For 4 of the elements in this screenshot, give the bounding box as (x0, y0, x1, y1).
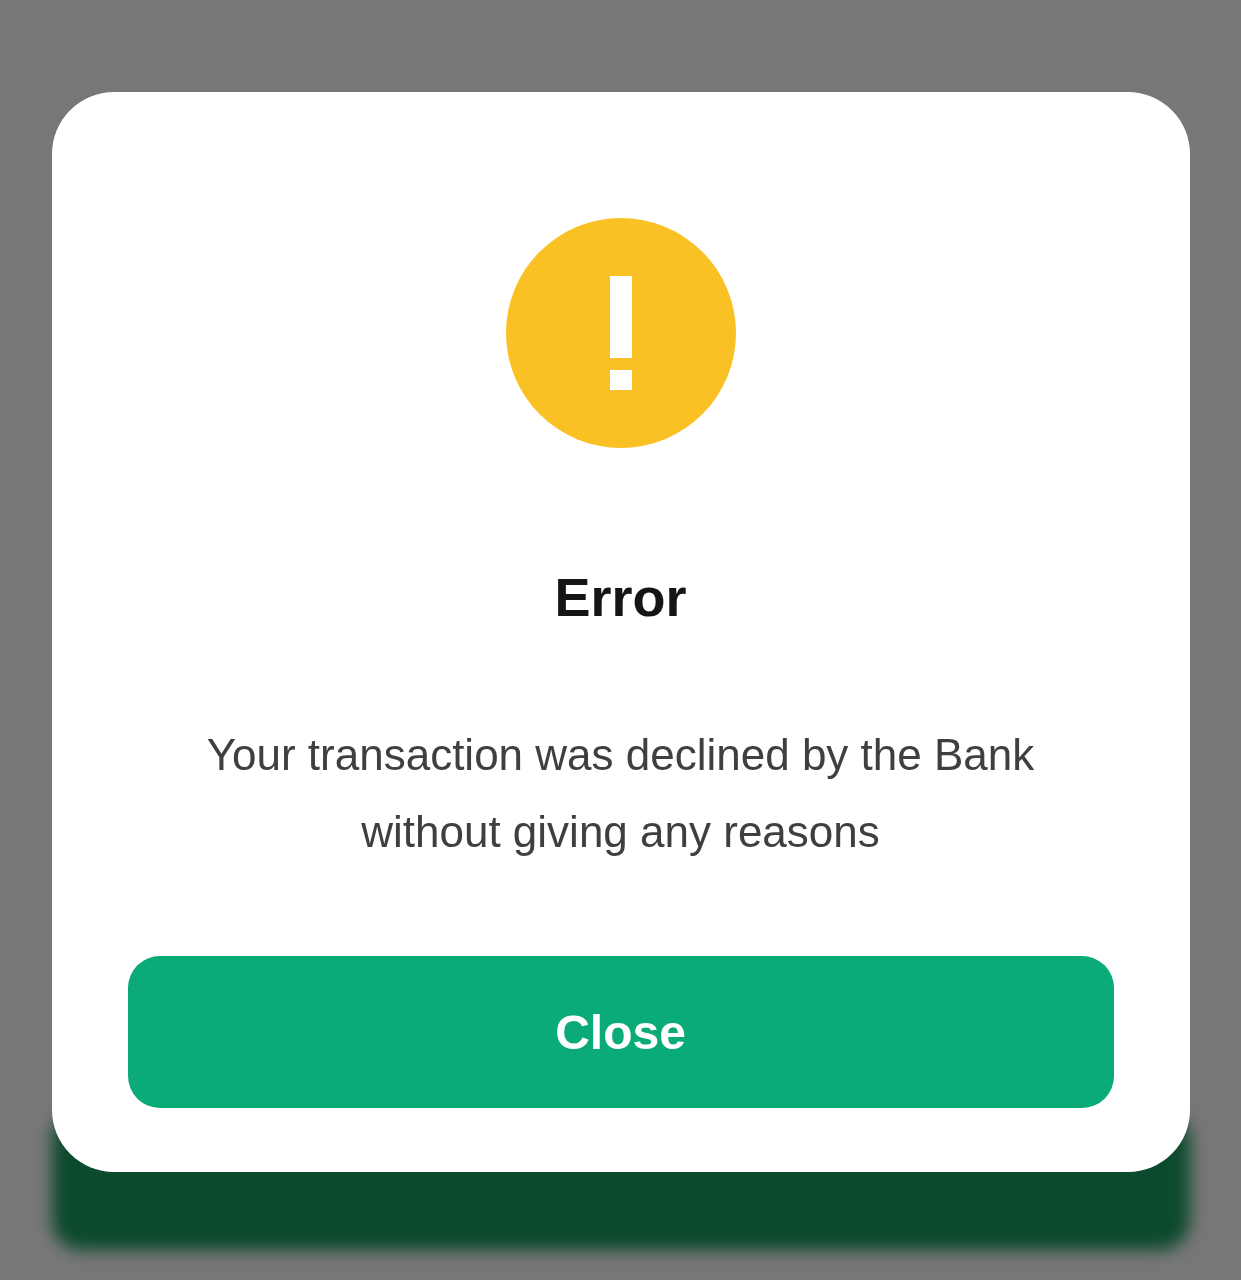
close-button[interactable]: Close (127, 956, 1114, 1108)
error-message: Your transaction was declined by the Bank without giving any reasons (205, 729, 1036, 858)
dialog-title: Error (554, 566, 687, 628)
warning-icon (505, 218, 736, 448)
